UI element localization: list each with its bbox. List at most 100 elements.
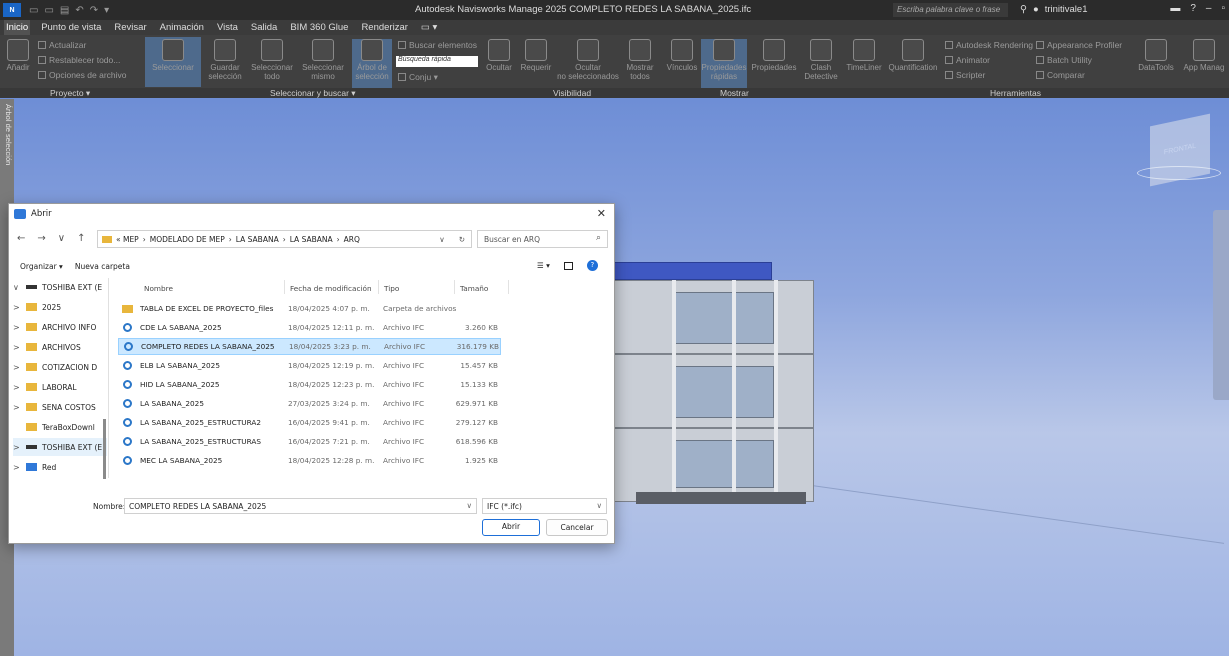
navigation-bar[interactable] xyxy=(1213,210,1229,400)
column-header-size[interactable]: Tamaño xyxy=(460,284,488,293)
address-bar[interactable]: « MEP › MODELADO DE MEP › LA SABANA › LA SA… xyxy=(97,230,472,248)
hide-unselected-button[interactable]: Ocultar no seleccionados xyxy=(556,39,620,81)
column-separator[interactable] xyxy=(454,280,455,294)
reset-all-button[interactable]: Restablecer todo... xyxy=(38,55,120,65)
chevron-down-icon[interactable]: ∨ xyxy=(597,501,603,510)
column-separator[interactable] xyxy=(508,280,509,294)
help-icon[interactable]: ? xyxy=(586,260,598,271)
expand-chevron-icon[interactable]: > xyxy=(13,443,21,452)
panel-label-seleccionar[interactable]: Seleccionar y buscar ▾ xyxy=(270,88,356,99)
panel-label-proyecto[interactable]: Proyecto ▾ xyxy=(50,88,90,99)
tree-item-archivos[interactable]: > ARCHIVOS xyxy=(13,338,107,356)
tree-scrollbar[interactable] xyxy=(103,419,106,479)
tree-item-cotizacion[interactable]: > COTIZACION D xyxy=(13,358,107,376)
file-options-button[interactable]: Opciones de archivo xyxy=(38,70,127,80)
navisworks-logo-icon[interactable]: N xyxy=(3,3,21,17)
open-button[interactable]: Abrir xyxy=(482,519,540,536)
file-row[interactable]: ELB LA SABANA_2025 18/04/2025 12:19 p. m.… xyxy=(118,357,501,374)
hide-button[interactable]: Ocultar xyxy=(484,39,514,72)
help-icon[interactable]: ? xyxy=(1190,3,1196,14)
compare-button[interactable]: Comparar xyxy=(1036,70,1085,80)
column-separator[interactable] xyxy=(284,280,285,294)
select-same-button[interactable]: Seleccionar mismo xyxy=(300,39,346,81)
properties-button[interactable]: Propiedades xyxy=(750,39,798,72)
tab-vista[interactable]: Vista xyxy=(215,22,240,33)
timeliner-button[interactable]: TimeLiner xyxy=(842,39,886,72)
forward-arrow-icon[interactable]: → xyxy=(37,233,45,244)
expand-chevron-icon[interactable]: > xyxy=(13,383,21,392)
animator-button[interactable]: Animator xyxy=(945,55,990,65)
tab-renderizar[interactable]: Renderizar xyxy=(359,22,409,33)
column-header-type[interactable]: Tipo xyxy=(384,284,399,293)
expand-chevron-icon[interactable]: > xyxy=(13,343,21,352)
chevron-down-icon[interactable]: ∨ xyxy=(467,501,473,510)
datatools-button[interactable]: DataTools xyxy=(1136,39,1176,72)
show-all-button[interactable]: Mostrar todos xyxy=(622,39,658,81)
file-row[interactable]: LA SABANA_2025_ESTRUCTURA2 16/04/2025 9:4… xyxy=(118,414,501,431)
tree-item-archivo-info[interactable]: > ARCHIVO INFO xyxy=(13,318,107,336)
refresh-button[interactable]: Actualizar xyxy=(38,40,86,50)
expand-chevron-icon[interactable]: > xyxy=(13,463,21,472)
undo-icon[interactable]: ↶ xyxy=(75,5,83,16)
require-button[interactable]: Requerir xyxy=(518,39,554,72)
links-button[interactable]: Vínculos xyxy=(664,39,700,72)
expand-chevron-icon[interactable]: > xyxy=(13,363,21,372)
cart-icon[interactable]: ▬ xyxy=(1170,3,1180,14)
find-items-button[interactable]: Buscar elementos xyxy=(398,40,477,50)
view-options-icon[interactable]: ☰ ▾ xyxy=(537,261,550,270)
file-type-select[interactable]: IFC (*.ifc) ∨ xyxy=(482,498,607,514)
building-model[interactable] xyxy=(614,262,814,504)
binoculars-icon[interactable]: ⚲ xyxy=(1020,4,1027,15)
save-icon[interactable]: ▤ xyxy=(60,5,69,16)
scripter-button[interactable]: Scripter xyxy=(945,70,985,80)
tab-punto-de-vista[interactable]: Punto de vista xyxy=(39,22,103,33)
new-file-icon[interactable]: ▭ xyxy=(29,5,38,16)
qat-dropdown-icon[interactable]: ▾ xyxy=(104,5,109,16)
tab-animacion[interactable]: Animación xyxy=(158,22,206,33)
ribbon-options-icon[interactable]: ▭ ▾ xyxy=(419,22,439,33)
appearance-profiler-button[interactable]: Appearance Profiler xyxy=(1036,40,1122,50)
breadcrumb-la-sabana-1[interactable]: LA SABANA xyxy=(236,235,279,244)
column-separator[interactable] xyxy=(378,280,379,294)
column-header-name[interactable]: Nombre xyxy=(144,284,173,293)
recent-chevron-icon[interactable]: ∨ xyxy=(58,233,65,244)
save-selection-button[interactable]: Guardar selección xyxy=(205,39,245,81)
quantification-button[interactable]: Quantification xyxy=(886,39,940,72)
tab-revisar[interactable]: Revisar xyxy=(112,22,148,33)
address-dropdown-icon[interactable]: ∨ xyxy=(439,235,445,244)
open-file-icon[interactable]: ▭ xyxy=(44,5,53,16)
file-row[interactable]: HID LA SABANA_2025 18/04/2025 12:23 p. m.… xyxy=(118,376,501,393)
viewcube-compass-ring[interactable] xyxy=(1137,166,1221,180)
breadcrumb-arq[interactable]: ARQ xyxy=(344,235,360,244)
expand-chevron-icon[interactable]: > xyxy=(13,303,21,312)
up-arrow-icon[interactable]: ↑ xyxy=(77,233,85,244)
file-row[interactable]: LA SABANA_2025 27/03/2025 3:24 p. m. Archi… xyxy=(118,395,501,412)
file-name-input[interactable]: COMPLETO REDES LA SABANA_2025 ∨ xyxy=(124,498,477,514)
tab-bim360-glue[interactable]: BIM 360 Glue xyxy=(288,22,350,33)
help-search-input[interactable]: Escriba palabra clave o frase xyxy=(893,3,1008,17)
file-row[interactable]: MEC LA SABANA_2025 18/04/2025 12:28 p. m.… xyxy=(118,452,501,469)
preview-pane-icon[interactable] xyxy=(563,261,573,270)
column-header-date[interactable]: Fecha de modificación xyxy=(290,284,372,293)
clash-detective-button[interactable]: Clash Detective xyxy=(803,39,839,81)
breadcrumb-la-sabana-2[interactable]: LA SABANA xyxy=(290,235,333,244)
quick-find-input[interactable]: Búsqueda rápida xyxy=(396,56,478,67)
selection-tree-button[interactable]: Árbol de selección xyxy=(352,39,392,91)
expand-chevron-icon[interactable]: ∨ xyxy=(13,283,21,292)
file-row[interactable]: LA SABANA_2025_ESTRUCTURAS 16/04/2025 7:2… xyxy=(118,433,501,450)
tree-item-sena-costos[interactable]: > SENA COSTOS xyxy=(13,398,107,416)
breadcrumb-mep[interactable]: « MEP xyxy=(116,235,139,244)
refresh-icon[interactable]: ↻ xyxy=(459,235,465,244)
tab-salida[interactable]: Salida xyxy=(249,22,279,33)
tree-item-terabox[interactable]: TeraBoxDownl xyxy=(13,418,107,436)
tree-item-toshiba-drive[interactable]: ∨ TOSHIBA EXT (E xyxy=(13,278,107,296)
file-row[interactable]: TABLA DE EXCEL DE PROYECTO_files 18/04/20… xyxy=(118,300,501,317)
batch-utility-button[interactable]: Batch Utility xyxy=(1036,55,1092,65)
file-row[interactable]: CDE LA SABANA_2025 18/04/2025 12:11 p. m.… xyxy=(118,319,501,336)
tree-item-2025[interactable]: >2025 xyxy=(13,298,107,316)
user-account[interactable]: ⚲ ● trinitivale1 xyxy=(1020,4,1088,15)
tree-item-toshiba-drive-2[interactable]: > TOSHIBA EXT (E xyxy=(13,438,107,456)
back-arrow-icon[interactable]: ← xyxy=(17,233,25,244)
sets-dropdown[interactable]: Conju ▾ xyxy=(398,72,438,83)
add-button[interactable]: Añadir xyxy=(3,39,33,72)
